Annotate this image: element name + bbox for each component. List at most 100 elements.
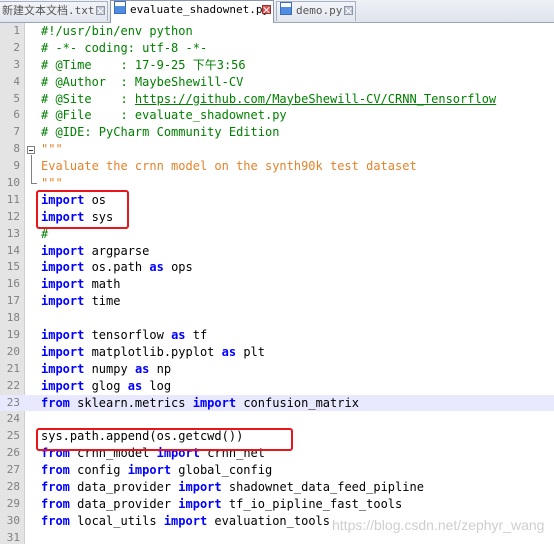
- code-token: from: [41, 496, 70, 511]
- code-token: import: [41, 260, 85, 275]
- code-token: shadownet_data_feed_pipline: [221, 480, 424, 495]
- code-line[interactable]: 28 from data_provider import shadownet_da…: [0, 479, 554, 496]
- code-token: from: [41, 395, 70, 410]
- code-token: import: [178, 496, 222, 511]
- tab-label: demo.py: [296, 4, 343, 17]
- fold-guide: [31, 155, 32, 183]
- code-line[interactable]: 23 from sklearn.metrics import confusion_…: [0, 394, 554, 412]
- line-number: 23: [6, 395, 20, 409]
- code-token: import: [41, 378, 85, 393]
- code-text: import numpy as np: [41, 361, 171, 378]
- code-token: # @Author : MaybeShewill-CV: [41, 74, 244, 89]
- code-text: # @IDE: PyCharm Community Edition: [41, 124, 279, 141]
- code-line[interactable]: 29 from data_provider import tf_io_piplin…: [0, 496, 554, 513]
- code-text: import glog as log: [41, 378, 171, 395]
- line-number: 15: [6, 260, 20, 274]
- fold-guide-end: [31, 183, 37, 184]
- code-token: global_config: [171, 463, 273, 478]
- code-token: plt: [236, 344, 265, 359]
- code-text: from config import global_config: [41, 462, 272, 479]
- code-line[interactable]: 17 import time: [0, 293, 554, 310]
- code-line[interactable]: 3 # @Time : 17-9-25 下午3:56: [0, 57, 554, 74]
- code-token: import: [41, 294, 85, 309]
- code-line[interactable]: 2 # -*- coding: utf-8 -*-: [0, 40, 554, 57]
- code-editor[interactable]: 1 #!/usr/bin/env python 2 # -*- coding: utf…: [0, 23, 554, 547]
- code-line[interactable]: 21 import numpy as np: [0, 361, 554, 378]
- line-number: 28: [6, 480, 20, 494]
- line-number: 12: [6, 209, 20, 223]
- tab-demo[interactable]: demo.py: [276, 1, 356, 21]
- tab-label: 新建文本文档.txt: [2, 4, 95, 17]
- code-token: as: [149, 260, 164, 275]
- close-icon[interactable]: [96, 6, 105, 15]
- code-token: as: [127, 378, 143, 393]
- code-text: from sklearn.metrics import confusion_ma…: [41, 395, 359, 412]
- code-line[interactable]: 24: [0, 411, 554, 428]
- code-token: matplotlib.pyplot: [84, 344, 222, 359]
- line-number: 7: [13, 125, 20, 139]
- code-text: #!/usr/bin/env python: [41, 23, 193, 40]
- line-number: 11: [6, 192, 20, 206]
- line-number: 3: [13, 57, 20, 71]
- code-line[interactable]: 16 import math: [0, 276, 554, 293]
- code-line[interactable]: 19 import tensorflow as tf: [0, 327, 554, 344]
- code-text: from local_utils import evaluation_tools: [41, 513, 330, 530]
- code-line[interactable]: 8 """: [0, 141, 554, 158]
- tab-evaluate-shadownet[interactable]: evaluate_shadownet.py: [110, 0, 274, 23]
- line-number: 27: [6, 463, 20, 477]
- code-token: # -*- coding: utf-8 -*-: [41, 40, 208, 55]
- code-text: from data_provider import shadownet_data…: [41, 479, 424, 496]
- code-text: import math: [41, 276, 120, 293]
- tab-new-text-doc[interactable]: 新建文本文档.txt: [0, 1, 108, 21]
- code-token: from: [41, 480, 70, 495]
- code-line[interactable]: 5 # @Site : https://github.com/MaybeShewi…: [0, 91, 554, 108]
- code-token: numpy: [84, 361, 135, 376]
- code-token: math: [84, 277, 121, 292]
- code-line[interactable]: 6 # @File : evaluate_shadownet.py: [0, 107, 554, 124]
- code-token: import: [41, 361, 85, 376]
- code-token: import: [41, 243, 85, 258]
- code-line[interactable]: 1 #!/usr/bin/env python: [0, 23, 554, 40]
- close-icon[interactable]: [262, 5, 271, 14]
- code-line[interactable]: 9 Evaluate the crnn model on the synth90k…: [0, 158, 554, 175]
- watermark: https://blog.csdn.net/zephyr_wang: [332, 517, 545, 533]
- fold-collapse-icon[interactable]: [27, 146, 35, 154]
- code-token: # @IDE: PyCharm Community Edition: [41, 125, 280, 140]
- code-token: as: [221, 344, 237, 359]
- code-line[interactable]: 7 # @IDE: PyCharm Community Edition: [0, 124, 554, 141]
- code-token: ops: [163, 260, 193, 275]
- line-number: 10: [6, 176, 20, 190]
- code-token: import: [127, 463, 172, 478]
- code-line[interactable]: 22 import glog as log: [0, 378, 554, 395]
- code-token: glog: [84, 378, 128, 393]
- code-token: https://github.com/MaybeShewill-CV/CRNN_…: [134, 91, 497, 106]
- code-text: # @Site : https://github.com/MaybeShewil…: [41, 91, 496, 108]
- line-number: 17: [6, 294, 20, 308]
- line-number: 2: [13, 40, 20, 54]
- code-token: local_utils: [69, 513, 164, 528]
- code-line[interactable]: 18: [0, 310, 554, 327]
- code-line[interactable]: 27 from config import global_config: [0, 462, 554, 479]
- code-token: np: [149, 361, 172, 376]
- code-token: tensorflow: [84, 328, 172, 343]
- code-token: as: [171, 328, 186, 343]
- code-token: as: [134, 361, 150, 376]
- line-number: 13: [6, 226, 20, 240]
- code-line[interactable]: 20 import matplotlib.pyplot as plt: [0, 344, 554, 361]
- line-number: 30: [6, 513, 20, 527]
- code-token: import: [163, 513, 208, 528]
- code-token: from: [41, 513, 70, 528]
- code-token: import: [41, 277, 85, 292]
- code-line[interactable]: 14 import argparse: [0, 243, 554, 260]
- code-token: import: [192, 395, 237, 410]
- line-number: 4: [13, 74, 20, 88]
- code-token: # @Site :: [41, 91, 135, 106]
- code-token: time: [84, 294, 121, 309]
- code-token: import: [41, 344, 85, 359]
- code-text: from data_provider import tf_io_pipline_…: [41, 496, 402, 513]
- code-line[interactable]: 4 # @Author : MaybeShewill-CV: [0, 74, 554, 91]
- tab-bar: 新建文本文档.txt evaluate_shadownet.py demo.py: [0, 0, 554, 23]
- code-line[interactable]: 15 import os.path as ops: [0, 259, 554, 276]
- close-icon[interactable]: [344, 6, 353, 15]
- annotation-box-sys-path: [36, 428, 293, 451]
